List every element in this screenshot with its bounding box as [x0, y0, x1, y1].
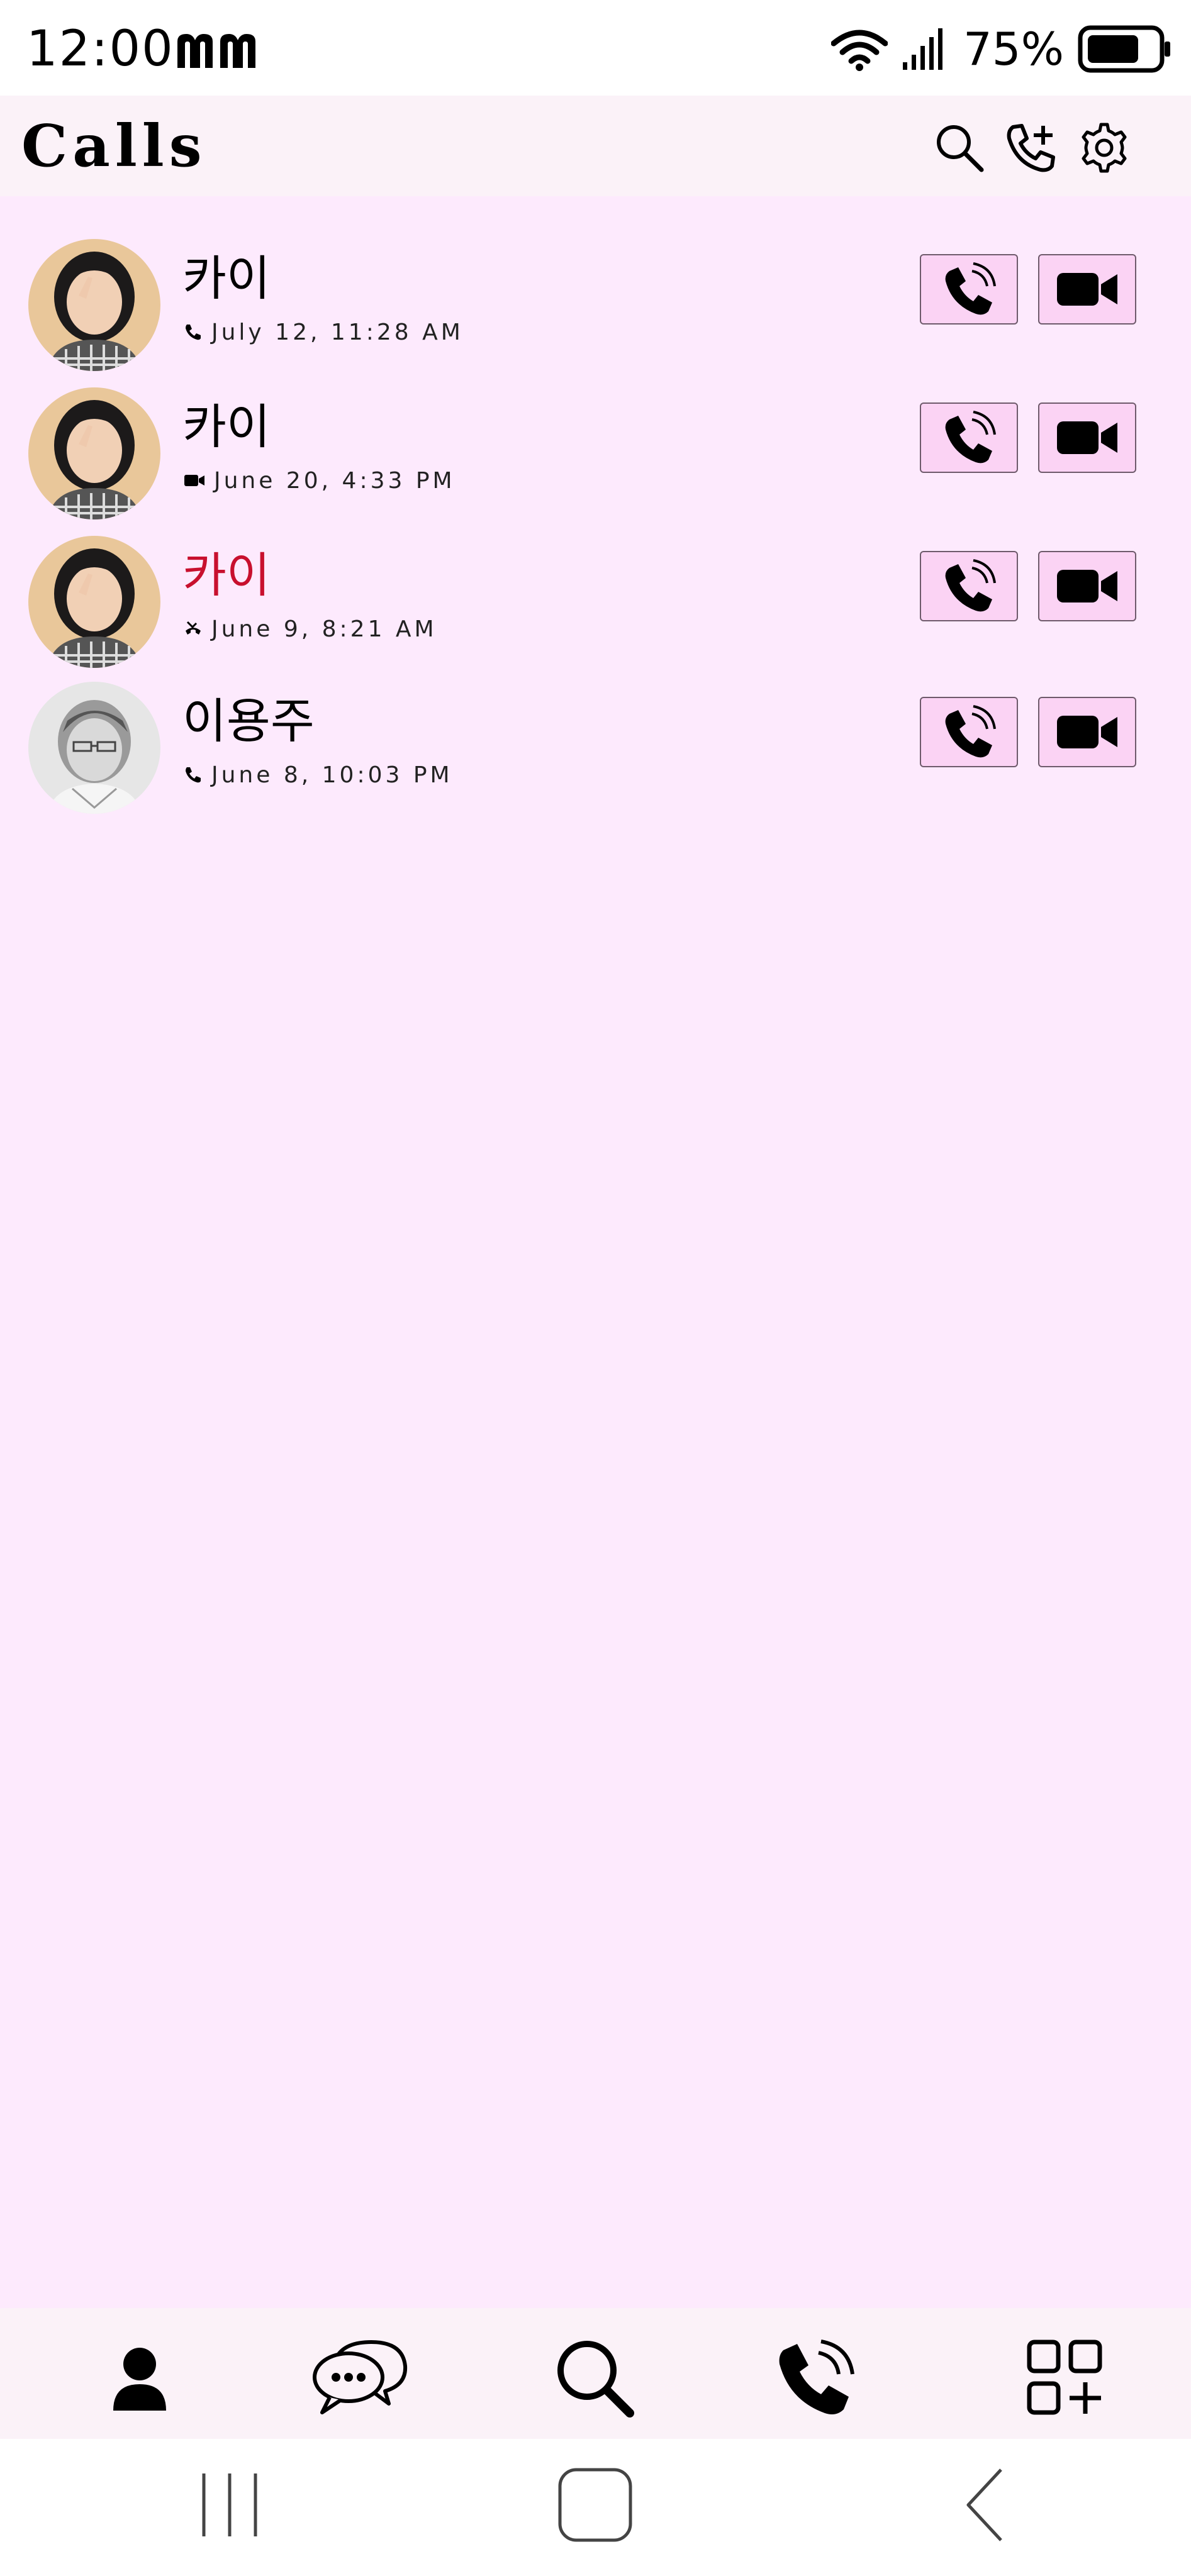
call-date: July 12, 11:28 AM — [211, 319, 464, 345]
phone-icon — [945, 411, 996, 464]
call-meta: June 9, 8:21 AM — [184, 614, 437, 644]
contact-name: 카이 — [182, 547, 271, 603]
nav-more-apps[interactable] — [1014, 2333, 1115, 2421]
app-bar: Calls — [0, 96, 1191, 196]
avatar[interactable] — [28, 239, 160, 371]
call-meta: July 12, 11:28 AM — [184, 317, 464, 347]
video-camera-icon — [1057, 716, 1117, 748]
avatar[interactable] — [28, 387, 160, 519]
phone-icon — [945, 262, 996, 315]
battery-percent: 75% — [963, 23, 1064, 75]
home-button[interactable] — [551, 2458, 639, 2552]
voice-call-button[interactable] — [920, 402, 1018, 473]
status-bar: 12:00 75% — [0, 0, 1191, 96]
video-camera-icon — [1057, 421, 1117, 454]
bottom-nav — [0, 2308, 1191, 2439]
outgoing-call-icon — [186, 325, 201, 340]
battery-icon — [1078, 25, 1170, 73]
wifi-icon — [830, 30, 888, 71]
contact-name: 카이 — [182, 399, 271, 455]
back-icon — [966, 2468, 1002, 2541]
call-row[interactable]: 이용주 June 8, 10:03 PM — [0, 682, 1191, 826]
voice-call-button[interactable] — [920, 254, 1018, 325]
signal-icon — [902, 28, 942, 70]
system-nav-bar — [0, 2439, 1191, 2576]
call-meta: June 20, 4:33 PM — [184, 465, 456, 496]
video-camera-icon — [1057, 570, 1117, 602]
chats-icon — [313, 2340, 408, 2414]
voice-call-button[interactable] — [920, 551, 1018, 621]
call-row[interactable]: 카이 July 12, 11:28 AM — [0, 239, 1191, 384]
search-icon — [557, 2341, 634, 2418]
video-call-button[interactable] — [1038, 697, 1136, 767]
video-camera-icon — [1057, 273, 1117, 306]
nav-contacts[interactable] — [89, 2333, 190, 2421]
nav-calls[interactable] — [765, 2333, 866, 2421]
call-row[interactable]: 카이 June 20, 4:33 PM — [0, 387, 1191, 532]
calls-icon — [779, 2340, 854, 2414]
contact-name: 이용주 — [182, 693, 315, 749]
voice-call-button[interactable] — [920, 697, 1018, 767]
more-apps-icon — [1027, 2340, 1102, 2415]
video-call-type-icon — [184, 475, 204, 486]
page-title: Calls — [21, 112, 207, 180]
nav-search[interactable] — [544, 2333, 644, 2421]
contact-name: 카이 — [182, 250, 271, 306]
avatar[interactable] — [28, 682, 160, 814]
call-date: June 20, 4:33 PM — [214, 467, 456, 494]
video-call-button[interactable] — [1038, 551, 1136, 621]
video-call-button[interactable] — [1038, 402, 1136, 473]
back-button[interactable] — [944, 2458, 1026, 2552]
nav-chats[interactable] — [310, 2333, 410, 2421]
home-icon — [558, 2468, 632, 2542]
contacts-icon — [113, 2348, 166, 2411]
missed-call-icon — [186, 621, 201, 635]
mm-logo-icon — [177, 34, 255, 68]
video-call-button[interactable] — [1038, 254, 1136, 325]
settings-icon[interactable] — [1077, 121, 1131, 175]
outgoing-call-icon — [186, 767, 201, 783]
avatar[interactable] — [28, 536, 160, 668]
recent-apps-button[interactable] — [189, 2458, 271, 2552]
call-row[interactable]: 카이 June 9, 8:21 AM — [0, 536, 1191, 680]
phone-icon — [945, 559, 996, 612]
call-date: June 9, 8:21 AM — [211, 616, 437, 642]
status-time: 12:00 — [26, 21, 174, 77]
phone-icon — [945, 705, 996, 758]
call-date: June 8, 10:03 PM — [211, 762, 453, 788]
add-call-icon[interactable] — [1004, 121, 1058, 175]
call-meta: June 8, 10:03 PM — [184, 760, 453, 790]
recent-apps-icon — [202, 2473, 257, 2536]
search-icon[interactable] — [932, 121, 987, 175]
